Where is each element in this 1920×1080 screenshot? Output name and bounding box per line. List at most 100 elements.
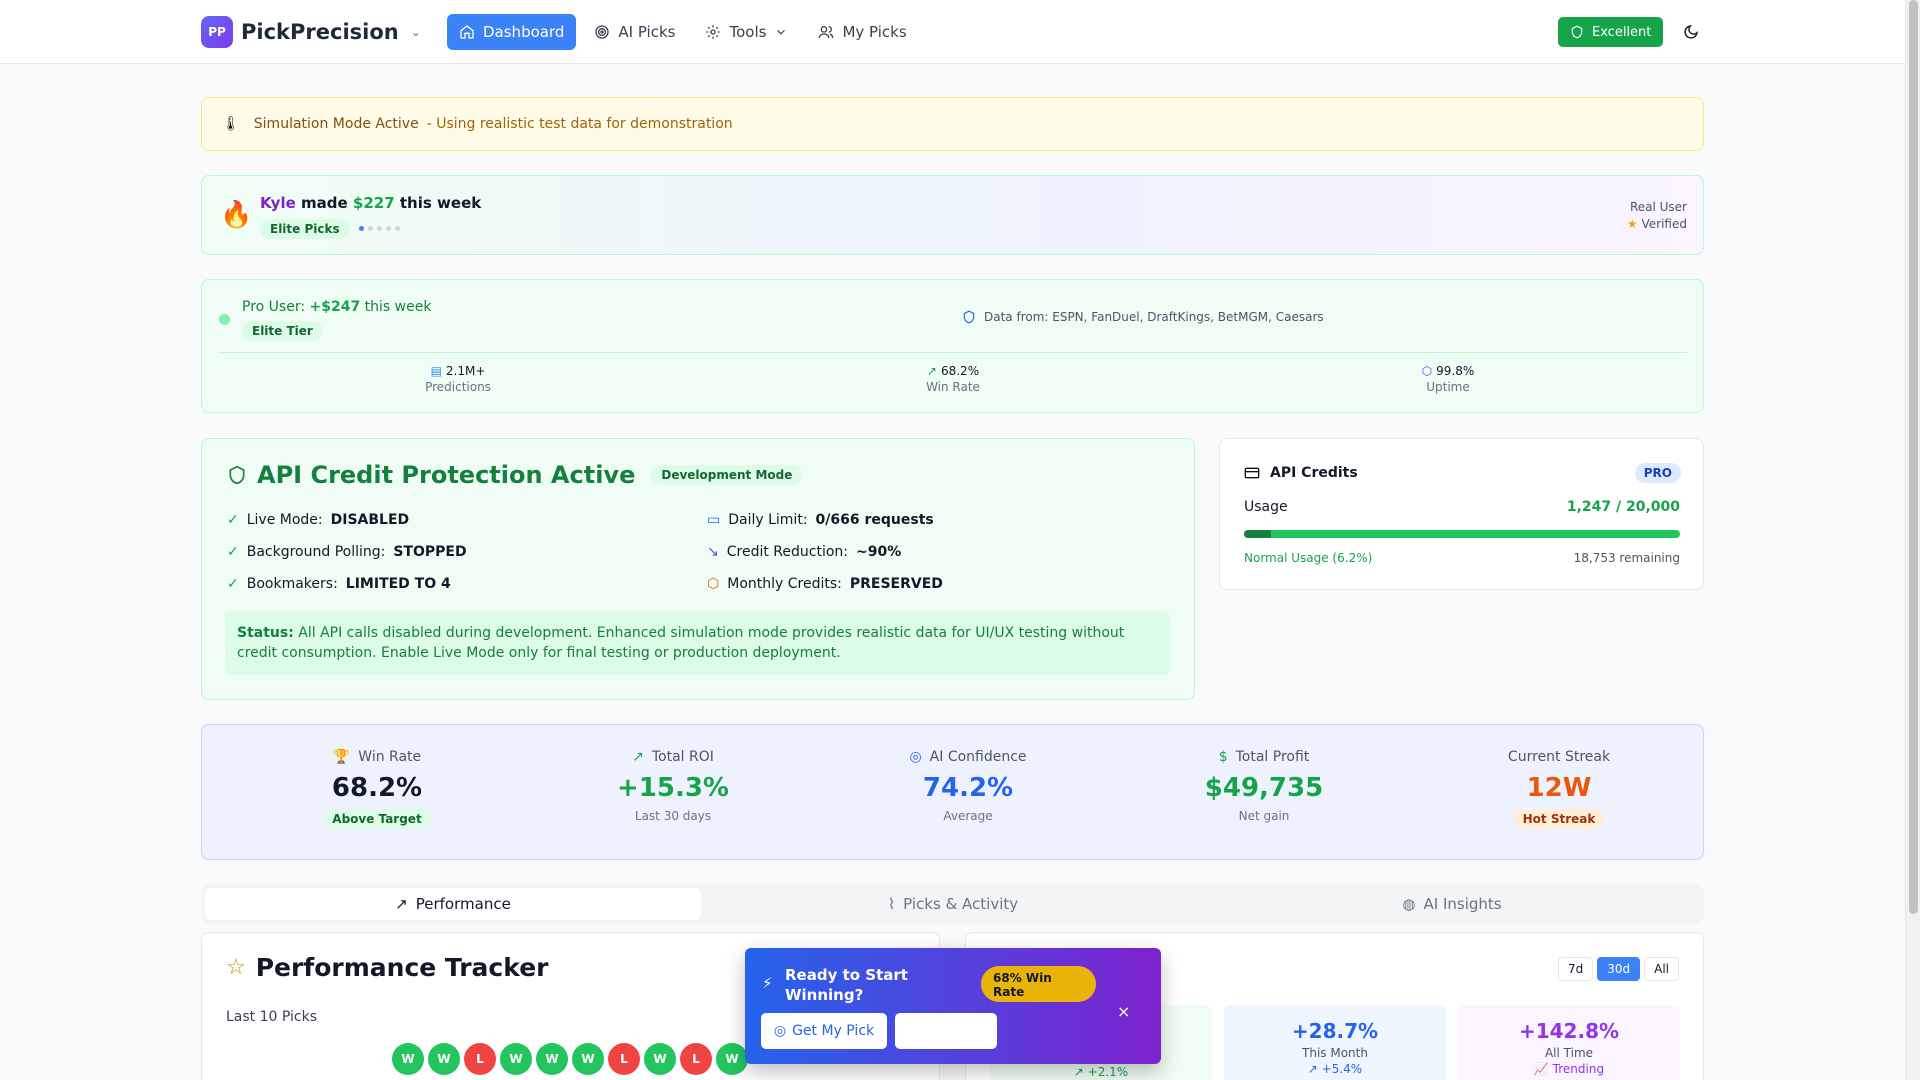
verified-badge: Real User ★ Verified [1627, 199, 1687, 233]
trending-up-icon: ↗ [632, 749, 644, 765]
dollar-icon: $ [1218, 749, 1228, 765]
brand-switcher[interactable]: PP PickPrecision ⌄ [201, 16, 421, 48]
live-dot [219, 314, 230, 325]
get-my-pick-button[interactable]: ◎ Get My Pick [761, 1013, 887, 1049]
predictions-value-row: ▤ 2.1M+ [358, 364, 558, 378]
nav-dashboard[interactable]: Dashboard [447, 14, 577, 50]
predictions-label: Predictions [425, 380, 491, 394]
carousel-dot[interactable] [395, 226, 400, 231]
api-row-daily-limit: ▭ Daily Limit: 0/666 requests [707, 512, 934, 528]
stat-label: Win Rate [358, 749, 422, 765]
api-row-label: Daily Limit: [728, 512, 808, 528]
tab-performance[interactable]: ↗ Performance [205, 888, 701, 920]
scrollbar[interactable] [1905, 0, 1920, 1080]
api-status-note: Status: All API calls disabled during de… [225, 611, 1170, 675]
api-row-credit-reduction: ↘ Credit Reduction: ~90% [707, 544, 901, 560]
api-row-value: PRESERVED [849, 576, 943, 592]
nav-my-picks[interactable]: My Picks [806, 14, 918, 50]
database-icon: ▤ [430, 364, 442, 378]
api-row-label: Bookmakers: [246, 576, 338, 592]
range-7d-button[interactable]: 7d [1557, 957, 1594, 981]
carousel-dot[interactable] [359, 226, 364, 231]
stat-total-profit: $ Total Profit $49,735 Net gain [1119, 749, 1409, 823]
stat-win-rate: 🏆 Win Rate 68.2% Above Target [232, 749, 522, 829]
pick-result: L [680, 1043, 712, 1075]
theme-toggle[interactable] [1677, 18, 1705, 46]
gear-icon [706, 25, 721, 39]
credit-card-icon [1244, 467, 1260, 479]
carousel-dot[interactable] [386, 226, 391, 231]
close-icon[interactable]: × [1117, 1002, 1130, 1021]
status-button[interactable]: Excellent [1558, 17, 1664, 47]
stat-sub: Last 30 days [634, 809, 712, 823]
uptime-label: Uptime [1426, 380, 1470, 394]
status-text: All API calls disabled during developmen… [237, 625, 1125, 661]
verified-text: Verified [1641, 217, 1688, 231]
pick-result: W [572, 1043, 604, 1075]
metric-value: +28.7% [1291, 1019, 1379, 1043]
pick-result: L [608, 1043, 640, 1075]
stat-label: Current Streak [1507, 749, 1611, 765]
chevron-down-icon: ⌄ [410, 25, 421, 39]
stat-value: 12W [1526, 773, 1592, 803]
stat-current-streak-header: Current Streak [1414, 749, 1704, 765]
pick-result: W [500, 1043, 532, 1075]
simulation-banner: 🌡 Simulation Mode Active - Using realist… [201, 97, 1704, 151]
api-protection-title: API Credit Protection Active [257, 461, 636, 489]
nav-tools-label: Tools [729, 23, 767, 41]
api-row-value: LIMITED TO 4 [345, 576, 451, 592]
api-row-live-mode: ✓ Live Mode: DISABLED [227, 512, 409, 528]
stat-ai-confidence-header: ◎ AI Confidence [823, 749, 1113, 765]
metric-value: +142.8% [1518, 1019, 1620, 1043]
star-icon: ☆ [226, 955, 246, 980]
tab-ai-insights[interactable]: ◍ AI Insights [1204, 888, 1700, 920]
api-credits-card: API Credits PRO Usage 1,247 / 20,000 Nor… [1219, 438, 1704, 590]
tab-label: AI Insights [1423, 895, 1502, 913]
pro-prefix: Pro User: [242, 299, 306, 315]
tab-picks-activity[interactable]: ⌇ Picks & Activity [705, 888, 1201, 920]
above-target-badge: Above Target [323, 809, 431, 829]
verified-line: ★ Verified [1627, 216, 1687, 233]
last-picks-row: WWLWWWLWLW [392, 1043, 748, 1075]
carousel-dot[interactable] [368, 226, 373, 231]
nav-ai-picks-label: AI Picks [618, 23, 676, 41]
pro-amount: +$247 [309, 299, 361, 315]
status-label: Status: [237, 625, 294, 641]
thermometer-icon: 🌡 [222, 116, 240, 132]
win-rate-badge: 68% Win Rate [981, 966, 1096, 1002]
usage-note: Normal Usage (6.2%) [1244, 551, 1373, 565]
uptime-value: 99.8% [1436, 364, 1475, 378]
plan-badge: PRO [1634, 463, 1681, 483]
stat-value: 68.2% [331, 773, 423, 803]
cta-title: Ready to Start Winning? [785, 966, 908, 1004]
stat-value: 74.2% [922, 773, 1014, 803]
api-credits-title: API Credits [1270, 465, 1358, 481]
credits-remaining: 18,753 remaining [1573, 551, 1680, 565]
predictions-value: 2.1M+ [445, 364, 486, 378]
pro-user-card: Pro User: +$247 this week Elite Tier Dat… [201, 279, 1704, 413]
user-name: Kyle [260, 194, 296, 212]
range-30d-button[interactable]: 30d [1597, 957, 1641, 981]
api-row-label: Live Mode: [246, 512, 323, 528]
top-nav: PP PickPrecision ⌄ Dashboard AI Picks To… [0, 0, 1905, 64]
nav-my-picks-label: My Picks [842, 23, 907, 41]
secondary-cta-button[interactable] [895, 1013, 997, 1049]
pick-result: W [644, 1043, 676, 1075]
api-row-monthly-credits: ⬡ Monthly Credits: PRESERVED [707, 576, 943, 592]
api-credits-header: API Credits [1244, 465, 1358, 481]
stat-label: Total Profit [1235, 749, 1310, 765]
range-all-button[interactable]: All [1644, 957, 1679, 981]
nav-ai-picks[interactable]: AI Picks [582, 14, 687, 50]
brand-logo: PP [201, 16, 233, 48]
target-icon: ◎ [909, 749, 922, 765]
scrollbar-thumb[interactable] [1909, 0, 1918, 914]
stat-label: Total ROI [651, 749, 714, 765]
carousel-dots [359, 226, 400, 231]
trending-up-icon: ↗ [395, 895, 408, 913]
elite-tier-badge: Elite Tier [242, 321, 323, 341]
activity-icon: ⌇ [887, 895, 896, 913]
nav-items: Dashboard AI Picks Tools My Picks [447, 14, 919, 50]
nav-tools[interactable]: Tools [693, 14, 800, 50]
carousel-dot[interactable] [377, 226, 382, 231]
trophy-icon: 🏆 [332, 749, 351, 765]
